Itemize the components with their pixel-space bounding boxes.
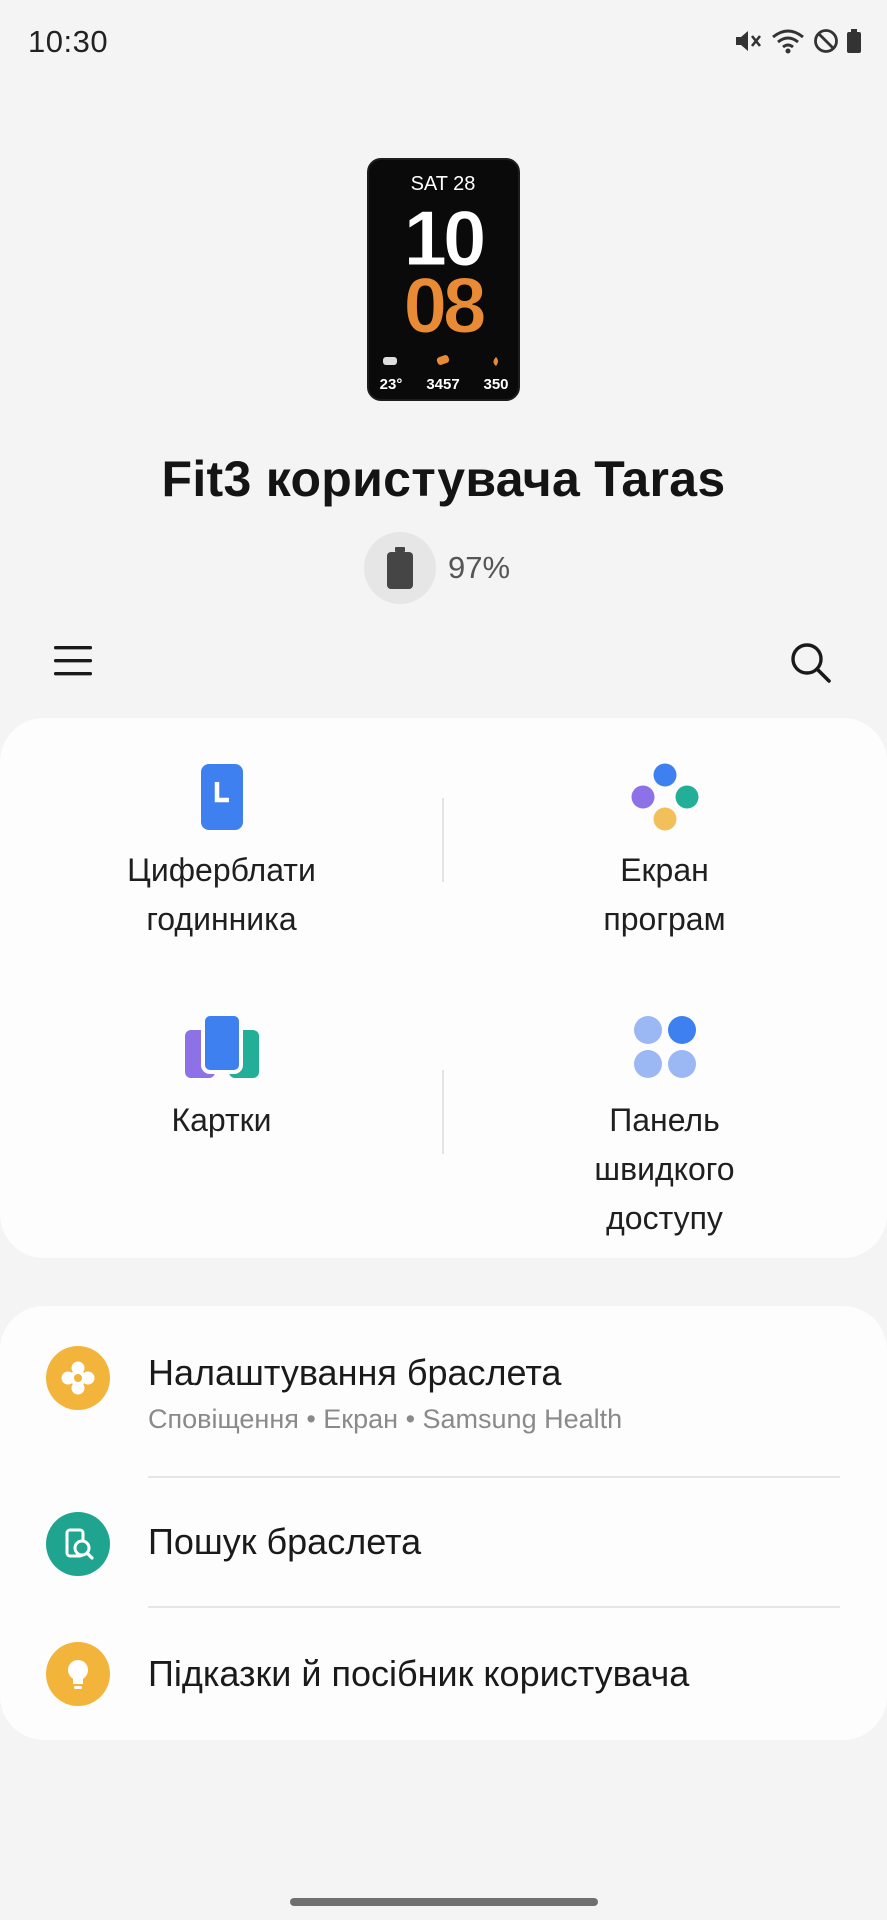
do-not-disturb-icon xyxy=(814,29,838,53)
list-title-find-band: Пошук браслета xyxy=(148,1521,422,1562)
watch-steps: 3457 xyxy=(426,376,459,393)
quick-panel-icon xyxy=(633,1016,696,1078)
battery-status-icon xyxy=(847,29,861,53)
tiles-icon xyxy=(184,1012,259,1078)
lightbulb-icon xyxy=(46,1642,110,1706)
list-item-find-band[interactable]: Пошук браслета xyxy=(0,1478,887,1608)
flame-icon xyxy=(493,357,498,366)
wifi-icon xyxy=(772,29,804,54)
watch-minute: 08 xyxy=(404,261,484,349)
settings-list-card: Налаштування браслета Сповіщення • Екран… xyxy=(0,1306,887,1740)
grid-label-apps-screen: Екран програм xyxy=(603,852,726,937)
weather-icon xyxy=(383,357,397,365)
grid-item-quick-panel[interactable]: Панель швидкого доступу xyxy=(443,1012,886,1243)
list-subtitle-band-settings: Сповіщення • Екран • Samsung Health xyxy=(148,1404,623,1434)
galaxy-wearable-screen: 10:30 SAT 28 10 08 23° 3457 350 Fit3 кор… xyxy=(0,0,887,1920)
grid-item-tiles[interactable]: Картки xyxy=(0,1012,443,1145)
find-device-icon xyxy=(46,1512,110,1576)
grid-item-apps-screen[interactable]: Екран програм xyxy=(443,762,886,944)
grid-label-tiles: Картки xyxy=(171,1102,272,1138)
battery-indicator: 97% xyxy=(364,532,510,604)
search-icon xyxy=(791,643,831,683)
status-time: 10:30 xyxy=(28,24,109,59)
list-item-tips-guide[interactable]: Підказки й посібник користувача xyxy=(0,1608,887,1740)
apps-screen-icon xyxy=(631,763,698,831)
mute-icon xyxy=(736,31,762,51)
watch-date: SAT 28 xyxy=(411,173,476,195)
hamburger-menu-icon xyxy=(54,646,92,676)
watch-temperature: 23° xyxy=(380,376,403,393)
watch-face-preview[interactable]: SAT 28 10 08 23° 3457 350 xyxy=(367,158,520,401)
status-icons xyxy=(733,28,861,54)
battery-icon xyxy=(364,532,436,604)
grid-item-watch-faces[interactable]: Циферблати годинника xyxy=(0,762,443,944)
grid-label-quick-panel: Панель швидкого доступу xyxy=(594,1102,735,1236)
home-indicator[interactable] xyxy=(290,1898,598,1906)
list-title-band-settings: Налаштування браслета xyxy=(148,1352,562,1393)
search-button[interactable] xyxy=(786,638,836,688)
watch-features-card: Циферблати годинника Екран програм Картк… xyxy=(0,718,887,1258)
settings-icon xyxy=(46,1346,110,1410)
grid-label-watch-faces: Циферблати годинника xyxy=(127,852,316,937)
status-bar: 10:30 xyxy=(0,0,887,64)
list-item-band-settings[interactable]: Налаштування браслета Сповіщення • Екран… xyxy=(0,1306,887,1478)
watch-face-icon xyxy=(200,764,243,830)
battery-level: 97% xyxy=(448,550,511,585)
watch-calories: 350 xyxy=(483,376,508,393)
device-title: Fit3 користувача Taras xyxy=(161,451,726,507)
steps-icon xyxy=(436,355,450,365)
list-title-tips-guide: Підказки й посібник користувача xyxy=(148,1653,690,1694)
menu-button[interactable] xyxy=(50,640,98,682)
